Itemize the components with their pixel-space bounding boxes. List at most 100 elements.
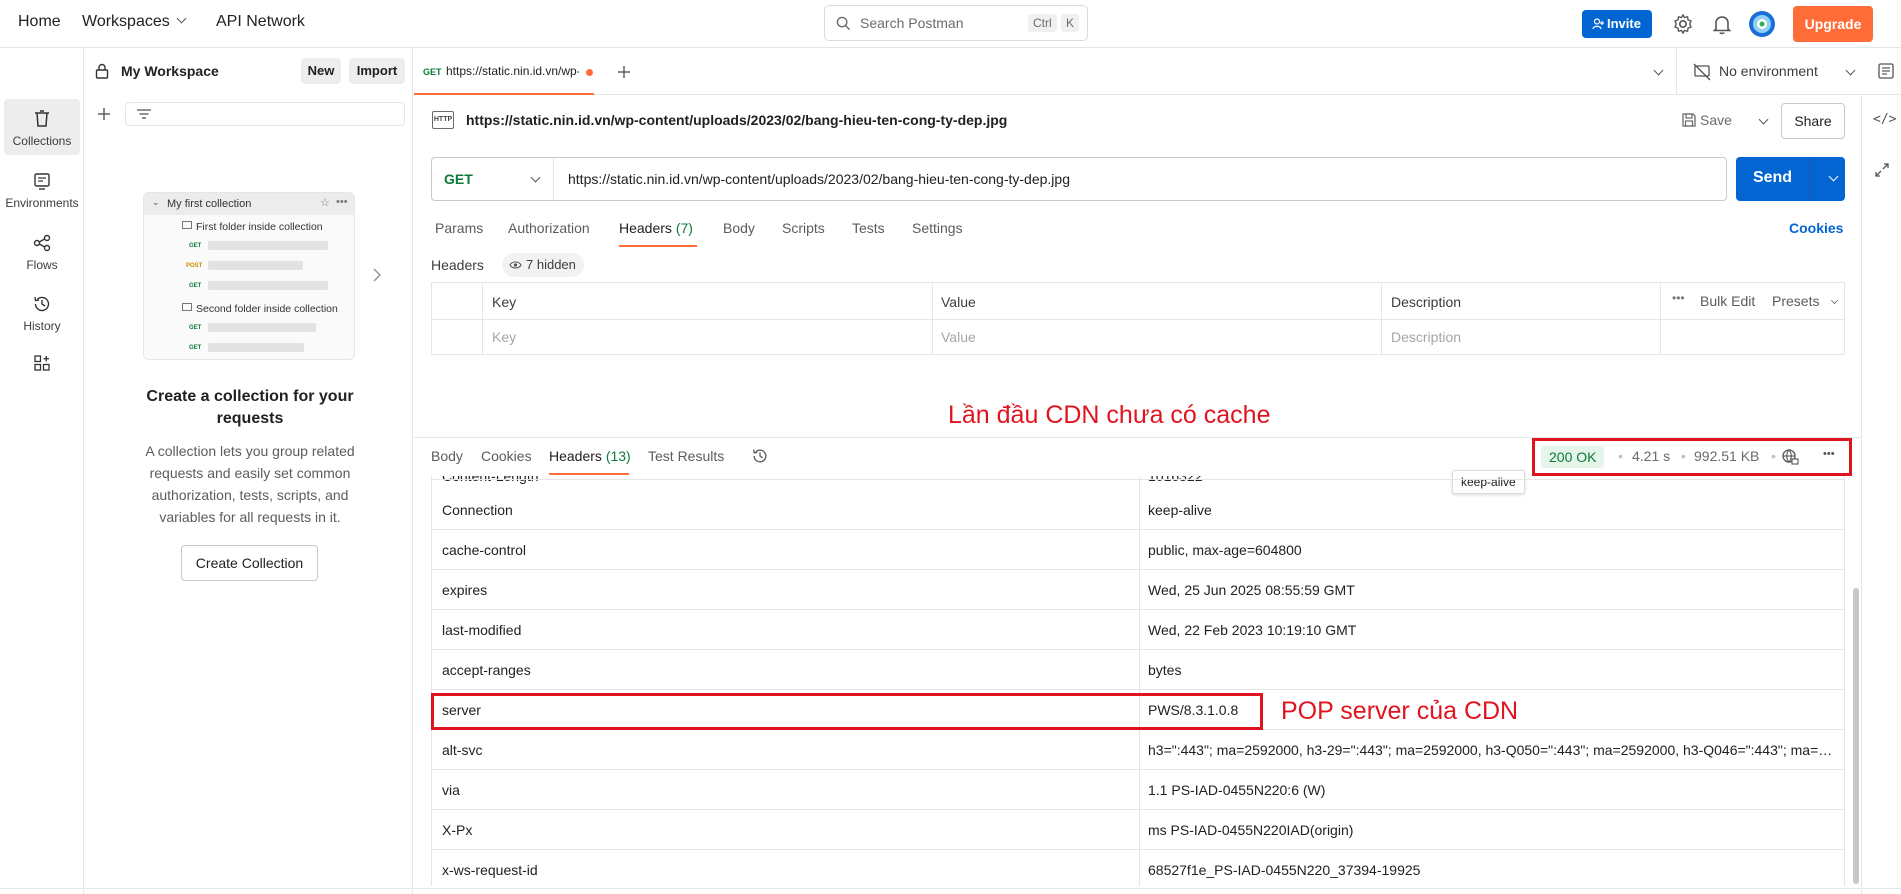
tab-authorization[interactable]: Authorization xyxy=(508,220,590,236)
http-icon: HTTP xyxy=(432,111,454,129)
illustration-folder-1: First folder inside collection xyxy=(196,221,323,233)
upgrade-button[interactable]: Upgrade xyxy=(1793,6,1873,42)
key-input[interactable]: Key xyxy=(492,329,516,345)
shortcut-k: K xyxy=(1061,14,1080,32)
header-key: cache-control xyxy=(442,542,527,558)
share-button[interactable]: Share xyxy=(1781,103,1845,139)
rail-history[interactable]: History xyxy=(4,284,80,340)
description-input[interactable]: Description xyxy=(1391,329,1461,345)
send-button[interactable]: Send xyxy=(1736,157,1845,201)
bell-icon[interactable] xyxy=(1710,12,1734,36)
cookies-link[interactable]: Cookies xyxy=(1789,220,1843,236)
sidebar-filter-row xyxy=(85,99,413,139)
method-label: GET xyxy=(189,243,202,249)
response-tab-cookies[interactable]: Cookies xyxy=(481,448,532,464)
code-icon[interactable]: </> xyxy=(1873,112,1896,127)
search-input[interactable]: Search Postman Ctrl K xyxy=(824,5,1088,41)
filter-input[interactable] xyxy=(125,102,405,126)
more-icon[interactable]: ••• xyxy=(1672,291,1685,305)
chevron-right-icon[interactable] xyxy=(372,267,382,283)
table-row: expires Wed, 25 Jun 2025 08:55:59 GMT xyxy=(432,570,1844,610)
request-tab[interactable]: GET https://static.nin.id.vn/wp-content/… xyxy=(414,49,594,95)
header-value: 1.1 PS-IAD-0455N220:6 (W) xyxy=(1148,782,1326,798)
table-row: last-modified Wed, 22 Feb 2023 10:19:10 G… xyxy=(432,610,1844,650)
tab-params[interactable]: Params xyxy=(435,220,483,236)
left-rail: Collections Environments Flows History xyxy=(0,49,84,894)
table-row: via 1.1 PS-IAD-0455N220:6 (W) xyxy=(432,770,1844,810)
avatar[interactable] xyxy=(1748,10,1776,38)
chevron-down-icon xyxy=(1831,297,1838,304)
tab-body[interactable]: Body xyxy=(723,220,755,236)
flows-icon xyxy=(33,234,51,252)
environment-label: No environment xyxy=(1719,63,1818,79)
related-collections-icon[interactable] xyxy=(1874,162,1890,178)
empty-state-description: A collection lets you group related requ… xyxy=(145,443,355,525)
annotation-status-highlight xyxy=(1532,438,1852,476)
tab-settings[interactable]: Settings xyxy=(912,220,963,236)
tab-headers[interactable]: Headers (7) xyxy=(619,220,693,236)
header-value: bytes xyxy=(1148,662,1182,678)
response-headers-table: Content-Length 1016322 Connection keep-al… xyxy=(431,476,1845,886)
save-button[interactable]: Save xyxy=(1700,112,1732,128)
table-row: Connection keep-alive xyxy=(432,490,1844,530)
url-input[interactable]: https://static.nin.id.vn/wp-content/uplo… xyxy=(568,171,1070,187)
column-header-value: Value xyxy=(941,294,976,310)
placeholder-bar xyxy=(208,281,328,290)
plus-icon[interactable] xyxy=(97,107,111,121)
annotation-pop-server: POP server của CDN xyxy=(1281,697,1519,725)
illustration-folder-2: Second folder inside collection xyxy=(196,303,338,315)
active-tab-indicator xyxy=(549,473,629,475)
invite-label: Invite xyxy=(1607,16,1641,31)
value-input[interactable]: Value xyxy=(941,329,976,345)
response-tab-test-results[interactable]: Test Results xyxy=(648,448,724,464)
trash-collections-icon xyxy=(35,110,49,127)
new-button[interactable]: New xyxy=(301,58,341,84)
tab-scripts[interactable]: Scripts xyxy=(782,220,825,236)
no-environment-icon xyxy=(1693,63,1711,81)
headers-label: Headers xyxy=(431,257,484,273)
gear-icon[interactable] xyxy=(1671,12,1695,36)
rail-environments[interactable]: Environments xyxy=(4,161,80,217)
shortcut-ctrl: Ctrl xyxy=(1028,14,1057,32)
send-options-chevron-icon[interactable] xyxy=(1828,171,1839,182)
save-options-chevron-icon[interactable] xyxy=(1758,114,1769,125)
nav-workspaces-label: Workspaces xyxy=(82,13,170,30)
eye-icon xyxy=(509,261,522,269)
workspace-header: My Workspace New Import xyxy=(85,49,413,94)
tab-tests[interactable]: Tests xyxy=(852,220,885,236)
environment-quicklook-icon[interactable] xyxy=(1876,61,1896,81)
request-title[interactable]: https://static.nin.id.vn/wp-content/uplo… xyxy=(466,112,1007,128)
column-header-key: Key xyxy=(492,294,517,310)
presets-dropdown[interactable]: Presets xyxy=(1772,293,1819,309)
response-tab-body[interactable]: Body xyxy=(431,448,463,464)
invite-button[interactable]: Invite xyxy=(1582,10,1652,38)
history-icon[interactable] xyxy=(751,447,769,465)
folder-icon xyxy=(182,303,192,311)
tabs-dropdown-chevron-icon[interactable] xyxy=(1653,65,1664,76)
chevron-down-icon: ⌄ xyxy=(152,197,160,207)
rail-collections[interactable]: Collections xyxy=(4,99,80,155)
new-tab-plus-icon[interactable] xyxy=(617,65,631,79)
import-button[interactable]: Import xyxy=(349,58,405,84)
placeholder-bar xyxy=(208,343,304,352)
response-scrollbar[interactable] xyxy=(1853,588,1859,884)
rail-configure[interactable] xyxy=(4,349,80,389)
active-tab-indicator xyxy=(619,245,697,247)
nav-workspaces[interactable]: Workspaces xyxy=(82,13,187,31)
header-key: Connection xyxy=(442,502,513,518)
nav-home[interactable]: Home xyxy=(18,13,61,31)
rail-flows[interactable]: Flows xyxy=(4,223,80,279)
url-bar: GET https://static.nin.id.vn/wp-content/… xyxy=(431,157,1727,201)
environment-selector[interactable]: No environment xyxy=(1676,49,1870,95)
send-label: Send xyxy=(1752,169,1793,186)
nav-api-network[interactable]: API Network xyxy=(216,13,305,31)
hidden-headers-toggle[interactable]: 7 hidden xyxy=(502,253,584,277)
method-select[interactable]: GET xyxy=(432,158,554,200)
response-tab-headers[interactable]: Headers (13) xyxy=(549,448,631,464)
empty-state-title: Create a collection for your requests xyxy=(146,388,354,427)
chevron-down-icon xyxy=(1845,65,1856,76)
create-collection-button[interactable]: Create Collection xyxy=(181,545,318,581)
send-separator xyxy=(1809,157,1810,201)
header-value: public, max-age=604800 xyxy=(1148,542,1302,558)
bulk-edit-button[interactable]: Bulk Edit xyxy=(1700,293,1755,309)
